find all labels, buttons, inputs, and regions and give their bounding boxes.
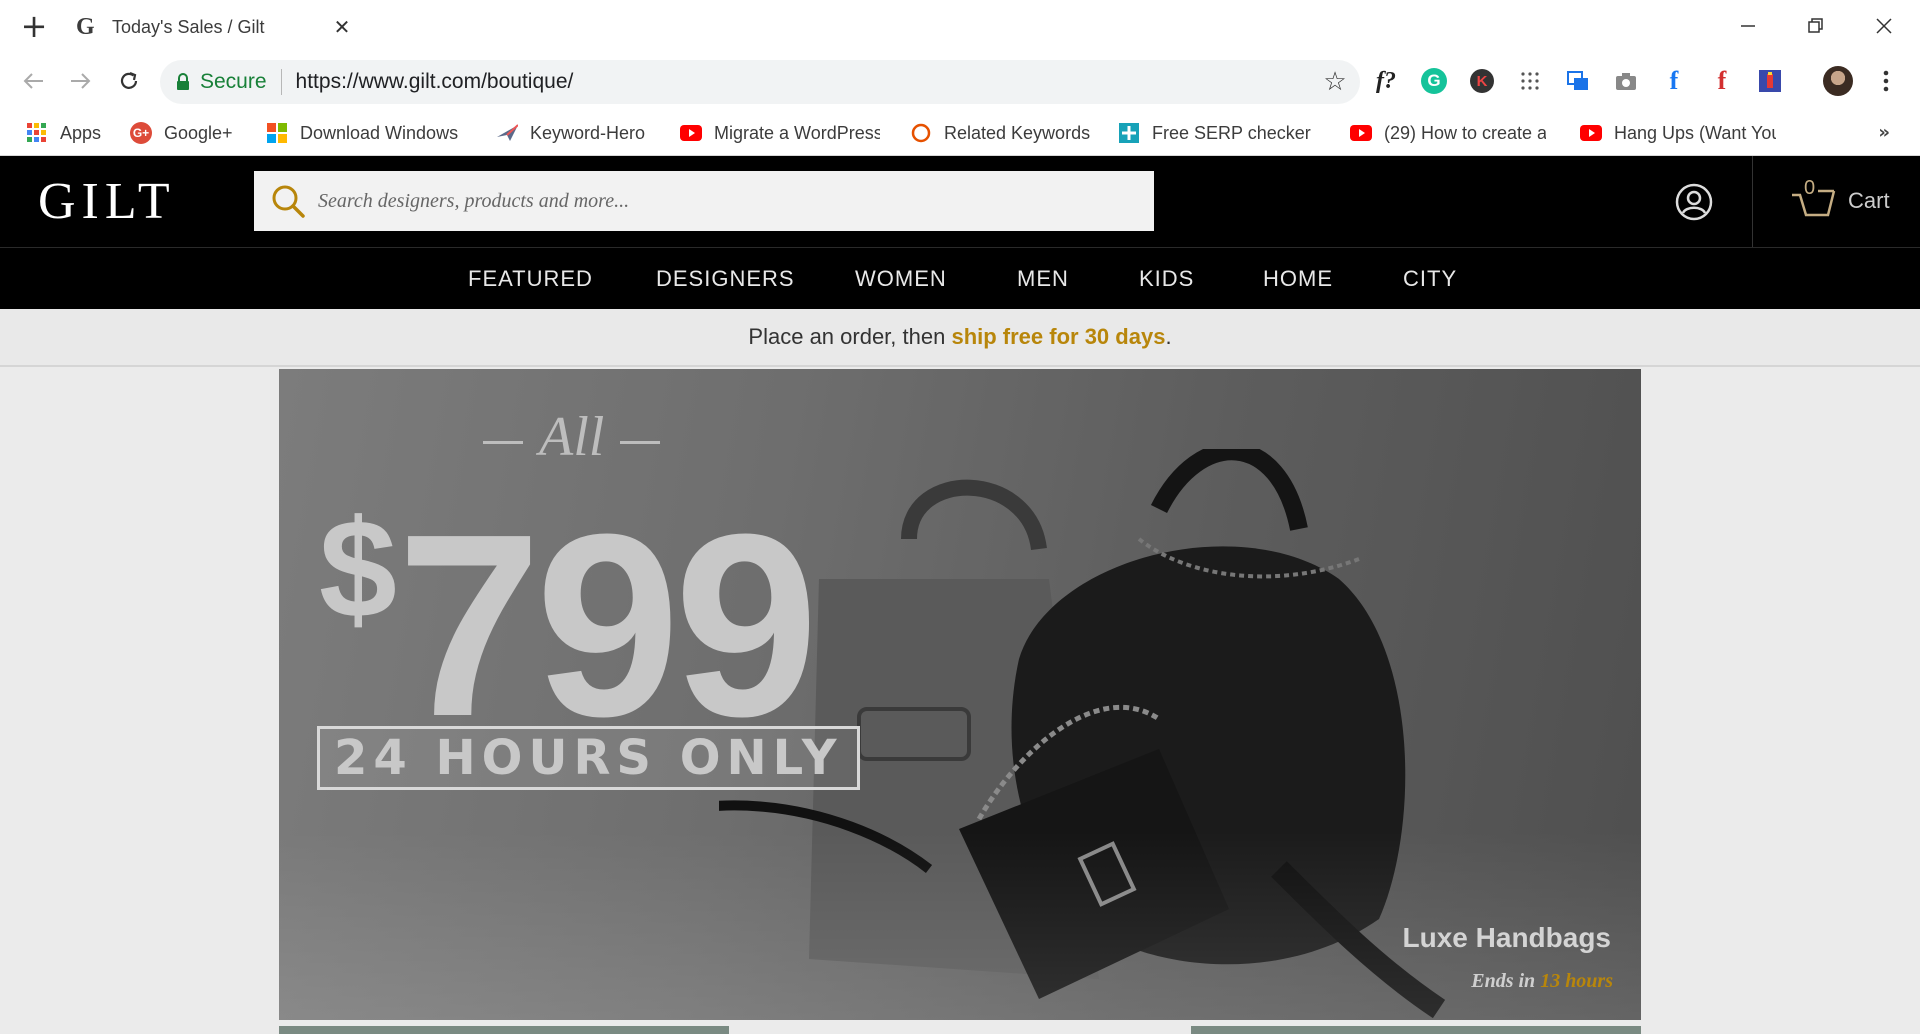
browser-tabbar: + G Today's Sales / Gilt ✕	[0, 0, 1920, 52]
category-nav: FEATURED DESIGNERS WOMEN MEN KIDS HOME C…	[0, 247, 1920, 309]
ring-icon	[910, 122, 932, 144]
tab-title: Today's Sales / Gilt	[112, 16, 265, 37]
nav-home[interactable]: HOME	[1263, 266, 1333, 292]
nav-city[interactable]: CITY	[1403, 266, 1457, 292]
keyword-hero-icon	[496, 122, 518, 144]
bookmark-serp-checker[interactable]: Free SERP checker -	[1118, 118, 1314, 148]
bookmark-label: Related Keywords	[944, 122, 1091, 143]
bookmark-download-windows[interactable]: Download Windows	[266, 118, 462, 148]
restore-icon[interactable]	[1796, 10, 1836, 42]
next-sale-tile-right[interactable]	[1191, 1026, 1641, 1034]
price-symbol: $	[319, 490, 397, 647]
cart-icon: 0	[1790, 177, 1838, 221]
font-finder-ext-icon[interactable]: f?	[1370, 65, 1402, 97]
hero-price: $799	[319, 439, 819, 756]
url-text[interactable]: https://www.gilt.com/boutique/	[296, 70, 1320, 94]
avatar-icon[interactable]	[1822, 65, 1854, 97]
search-input[interactable]	[318, 189, 1138, 213]
camera-ext-icon[interactable]	[1610, 65, 1642, 97]
account-icon[interactable]	[1674, 182, 1714, 222]
menu-kebab-icon[interactable]	[1870, 65, 1902, 97]
bookmark-how-to-create[interactable]: (29) How to create a	[1350, 118, 1546, 148]
browser-tab[interactable]: G Today's Sales / Gilt ✕	[72, 6, 354, 48]
google-plus-icon: G+	[130, 122, 152, 144]
back-icon[interactable]	[18, 66, 48, 96]
bookmark-label: Free SERP checker -	[1152, 122, 1314, 143]
nav-women[interactable]: WOMEN	[855, 266, 947, 292]
promo-suffix: .	[1165, 324, 1172, 349]
cart-label: Cart	[1848, 188, 1890, 213]
bookmark-label: Migrate a WordPress	[714, 122, 880, 143]
bookmarks-overflow-icon[interactable]: »	[1878, 122, 1890, 143]
grammarly-ext-icon[interactable]: G	[1418, 65, 1450, 97]
youtube-icon	[680, 122, 702, 144]
promo-prefix: Place an order, then	[748, 324, 952, 349]
tab-close-icon[interactable]: ✕	[330, 15, 354, 39]
bookmark-migrate-wordpress[interactable]: Migrate a WordPress	[680, 118, 880, 148]
lock-icon	[176, 73, 190, 91]
gilt-logo[interactable]: GILT	[38, 174, 176, 230]
bookmark-star-icon[interactable]: ☆	[1320, 67, 1350, 97]
browser-toolbar: Secure https://www.gilt.com/boutique/ ☆ …	[0, 52, 1920, 110]
nav-kids[interactable]: KIDS	[1139, 266, 1194, 292]
next-sale-tile-left[interactable]	[279, 1026, 729, 1034]
forward-icon[interactable]	[66, 66, 96, 96]
bookmarks-bar: Apps G+ Google+ Download Windows Keyword…	[0, 110, 1920, 156]
header-divider	[1752, 156, 1753, 247]
promo-accent-link[interactable]: ship free for 30 days	[951, 324, 1165, 350]
bookmark-related-keywords[interactable]: Related Keywords	[910, 118, 1090, 148]
extensions-row: f? G K f f	[1370, 65, 1918, 97]
nav-men[interactable]: MEN	[1017, 266, 1069, 292]
shipping-promo-banner: Place an order, then ship free for 30 da…	[0, 309, 1920, 367]
ends-time: 13 hours	[1540, 970, 1613, 992]
sale-title: Luxe Handbags	[1402, 922, 1611, 953]
hero-sale-banner[interactable]: All $799 24 HOURS ONLY Luxe Handbags End…	[279, 369, 1641, 1020]
ends-prefix: Ends in	[1471, 970, 1541, 992]
bookmark-google-plus[interactable]: G+ Google+	[130, 118, 233, 148]
bookmark-keyword-hero[interactable]: Keyword-Hero	[496, 118, 645, 148]
windows-icon	[266, 122, 288, 144]
youtube-icon	[1580, 122, 1602, 144]
secure-label: Secure	[200, 70, 267, 93]
keywords-ext-icon[interactable]: K	[1466, 65, 1498, 97]
bookmark-label: Keyword-Hero	[530, 122, 646, 143]
nav-designers[interactable]: DESIGNERS	[656, 266, 795, 292]
serp-icon	[1118, 122, 1140, 144]
apps-grid-icon	[26, 122, 48, 144]
hours-only-badge: 24 HOURS ONLY	[317, 726, 860, 790]
grammarly-letter: G	[1421, 68, 1447, 94]
keywords-letter: K	[1470, 69, 1494, 93]
address-bar[interactable]: Secure https://www.gilt.com/boutique/ ☆	[160, 60, 1360, 104]
search-icon[interactable]	[270, 183, 306, 219]
bookmark-label: Google+	[164, 122, 233, 143]
screen-share-ext-icon[interactable]	[1562, 65, 1594, 97]
search-bar[interactable]	[254, 171, 1154, 231]
cart-button[interactable]: 0 Cart	[1790, 177, 1890, 222]
flipboard-ext-icon[interactable]: f	[1706, 65, 1738, 97]
bookmark-label: Hang Ups (Want You	[1614, 122, 1776, 143]
colorful-ext-icon[interactable]	[1754, 65, 1786, 97]
site-header: GILT 0 Cart	[0, 156, 1920, 247]
bookmark-label: (29) How to create a	[1384, 122, 1546, 143]
nav-featured[interactable]: FEATURED	[468, 266, 593, 292]
cart-count: 0	[1804, 177, 1816, 199]
omnibox-separator	[280, 69, 282, 95]
new-tab-icon[interactable]: +	[20, 10, 48, 42]
bookmark-label: Apps	[60, 122, 102, 143]
gilt-favicon-icon: G	[76, 13, 95, 40]
dots-ext-icon[interactable]	[1514, 65, 1546, 97]
sale-ends-label: Ends in 13 hours	[1471, 970, 1613, 993]
minimize-icon[interactable]	[1728, 10, 1768, 42]
facebook-ext-icon[interactable]: f	[1658, 65, 1690, 97]
bookmark-label: Download Windows	[300, 122, 459, 143]
close-window-icon[interactable]	[1864, 10, 1904, 42]
bookmark-hang-ups[interactable]: Hang Ups (Want You	[1580, 118, 1776, 148]
youtube-icon	[1350, 122, 1372, 144]
reload-icon[interactable]	[114, 66, 144, 96]
bookmark-apps[interactable]: Apps	[26, 118, 101, 148]
